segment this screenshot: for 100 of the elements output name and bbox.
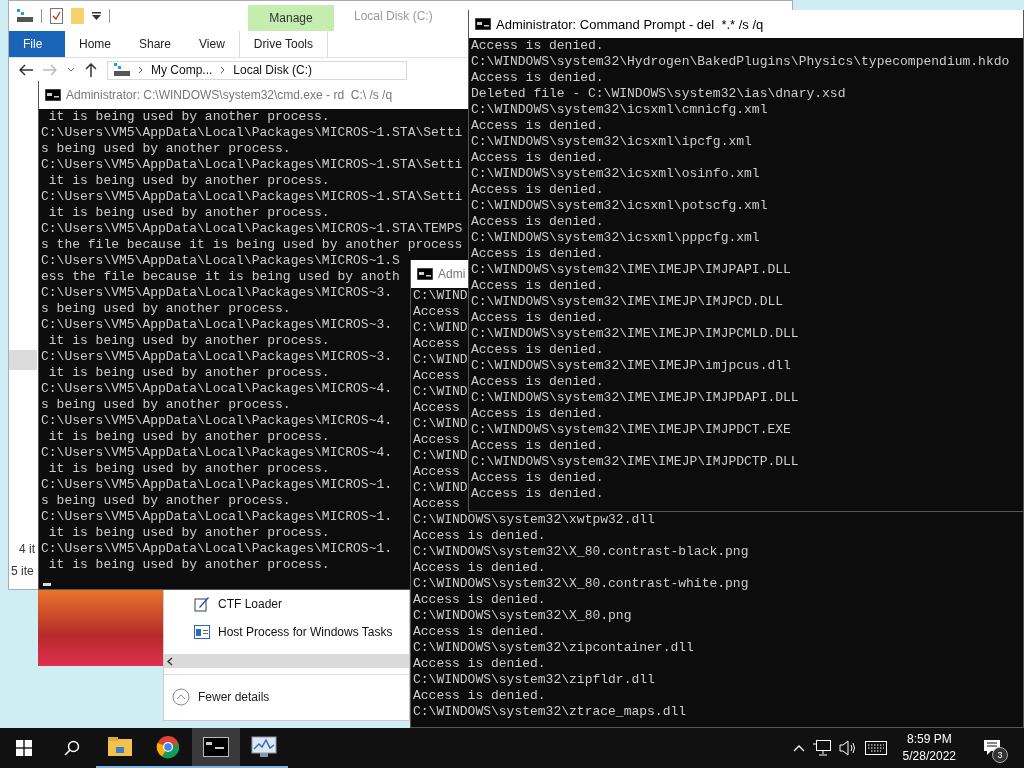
console-line: it is being used by another process. xyxy=(47,173,330,189)
console-line: C:\WINDOWS\system32\xwtpw32.dll xyxy=(413,512,655,528)
chevron-right-icon xyxy=(138,66,143,74)
address-bar[interactable]: My Comp... Local Disk (C:) xyxy=(107,60,407,80)
console-line: C:\WINDOWS\system32\IME\IMEJP\IMJPDCT.EXE xyxy=(471,422,791,438)
breadcrumb[interactable]: My Comp... xyxy=(151,63,213,77)
drive-icon xyxy=(17,9,33,23)
console-line: C:\Users\VM5\AppData\Local\Packages\MICROS~1.STA\TEMPS xyxy=(41,221,463,237)
chevron-up-icon[interactable] xyxy=(792,744,805,752)
text-cursor xyxy=(43,583,51,586)
console-line: C:\Users\VM5\AppData\Local\Packages\MICROS~4. xyxy=(41,445,393,461)
console-line: C:\Users\VM5\AppData\Local\Packages\MICROS~1. xyxy=(41,477,393,493)
fewer-details-link[interactable]: Fewer details xyxy=(198,690,270,704)
browser-icon xyxy=(156,735,180,759)
status-text: 5 ite xyxy=(10,563,34,578)
up-arrow-icon[interactable] xyxy=(85,63,97,77)
console-line: C:\Users\VM5\AppData\Local\Packages\MICROS~1.STA\Setti xyxy=(41,125,463,141)
console-line: s being used by another process. xyxy=(41,141,291,157)
console-line: Access is denied. xyxy=(471,38,604,54)
speaker-icon[interactable] xyxy=(838,740,857,756)
console-line: C:\WINDOWS\system32\IME\IMEJP\IMJPCD.DLL xyxy=(471,294,784,310)
console-line: C:\Users\VM5\AppData\Local\Packages\MICROS~4. xyxy=(41,381,393,397)
pen-icon xyxy=(194,596,210,612)
process-name[interactable]: CTF Loader xyxy=(218,597,283,611)
network-icon[interactable] xyxy=(812,740,831,756)
notification-count: 3 xyxy=(992,747,1008,763)
console-line: C:\WIND xyxy=(413,320,468,336)
console-line: C:\WINDOWS\system32\X_80.contrast-black.png xyxy=(413,544,749,560)
console-line: C:\WIND xyxy=(413,480,468,496)
console-line: C:\WINDOWS\system32\icsxml\potscfg.xml xyxy=(471,198,768,214)
console-line: C:\WINDOWS\system32\icsxml\osinfo.xml xyxy=(471,166,760,182)
console-line: Access xyxy=(413,496,460,512)
window-title: Administrator: C:\WINDOWS\system32\cmd.exe - rd C:\ /s /q xyxy=(66,88,393,102)
console-line: C:\WINDOWS\system32\zipfldr.dll xyxy=(413,672,655,688)
console-line: C:\WIND xyxy=(413,384,468,400)
breadcrumb[interactable]: Local Disk (C:) xyxy=(233,63,313,77)
console-line: C:\Users\VM5\AppData\Local\Packages\MICROS~3. xyxy=(41,349,393,365)
console-line: Access xyxy=(413,368,460,384)
window-icon xyxy=(194,625,210,639)
ribbon-tab[interactable]: File xyxy=(9,31,65,57)
console-line: C:\WINDOWS\system32\Hydrogen\BakedPlugins\Physics\typecompendium.hkdo xyxy=(471,54,1010,70)
chevron-down-icon[interactable] xyxy=(67,67,75,73)
console-line: Access is denied. xyxy=(471,246,604,262)
console-line: Access is denied. xyxy=(471,310,604,326)
ribbon-tab[interactable]: Home xyxy=(65,31,125,57)
console-line: C:\Users\VM5\AppData\Local\Packages\MICROS~1. xyxy=(41,509,393,525)
console-line: Access xyxy=(413,432,460,448)
ribbon-tab[interactable]: View xyxy=(185,31,239,57)
console-line: C:\WIND xyxy=(413,288,468,304)
console-line: Access is denied. xyxy=(471,438,604,454)
console-line: Access is denied. xyxy=(471,150,604,166)
keyboard-icon[interactable] xyxy=(864,741,887,755)
clock[interactable]: 8:59 PM 5/28/2022 xyxy=(894,731,964,765)
ribbon-tab[interactable]: Drive Tools xyxy=(238,31,328,57)
console-line: it is being used by another process. xyxy=(47,205,330,221)
console-line: Access is denied. xyxy=(413,688,546,704)
console-line: s being used by another process. xyxy=(41,397,291,413)
console-line: C:\Users\VM5\AppData\Local\Packages\MICROS~1.STA\Setti xyxy=(41,157,463,173)
back-arrow-icon[interactable] xyxy=(19,64,33,76)
console-line: C:\Users\VM5\AppData\Local\Packages\MICROS~1.STA\Setti xyxy=(41,189,463,205)
window-title: Local Disk (C:) xyxy=(354,9,433,23)
process-name[interactable]: Host Process for Windows Tasks xyxy=(218,625,393,639)
console-line: C:\Users\VM5\AppData\Local\Packages\MICROS~1.S xyxy=(41,253,400,269)
horizontal-scrollbar[interactable] xyxy=(164,654,409,668)
search-icon xyxy=(64,740,80,756)
console-line: Access xyxy=(413,304,460,320)
console-line: C:\WIND xyxy=(413,416,468,432)
console-line: Access is denied. xyxy=(413,560,546,576)
console-line: it is being used by another process. xyxy=(47,365,330,381)
taskbar-app-button[interactable] xyxy=(192,728,240,768)
console-line: it is being used by another process. xyxy=(47,109,330,125)
console-line: Access xyxy=(413,400,460,416)
console-line: Access xyxy=(413,336,460,352)
console-line: Access is denied. xyxy=(471,470,604,486)
console-line: s being used by another process. xyxy=(41,493,291,509)
console-line: Access is denied. xyxy=(413,528,546,544)
console-line: Access is denied. xyxy=(471,214,604,230)
context-tab[interactable]: Manage xyxy=(248,5,334,31)
console-line: s the file because it is being used by another process xyxy=(41,237,463,253)
terminal-icon xyxy=(417,268,433,280)
console-line: C:\WIND xyxy=(413,448,468,464)
notifications-button[interactable]: 3 xyxy=(972,728,1012,768)
terminal-icon xyxy=(475,18,491,30)
console-line: Access is denied. xyxy=(471,486,604,502)
dropdown-icon[interactable] xyxy=(92,12,101,20)
console-line: Access is denied. xyxy=(413,592,546,608)
terminal-icon xyxy=(45,89,61,101)
window-title: Administrator: Command Prompt - del *.* /s /q xyxy=(496,16,764,32)
console-line: it is being used by another process. xyxy=(47,429,330,445)
console-line: C:\WINDOWS\system32\icsxml\cmnicfg.xml xyxy=(471,102,768,118)
terminal-icon xyxy=(203,737,229,757)
console-line: Access is denied. xyxy=(471,374,604,390)
chevron-left-icon[interactable] xyxy=(167,656,173,666)
ribbon-tab[interactable]: Share xyxy=(125,31,186,57)
console-line: C:\WINDOWS\system32\X_80.contrast-white.png xyxy=(413,576,749,592)
chevron-up-circle-icon[interactable] xyxy=(172,688,190,706)
date-text: 5/28/2022 xyxy=(902,748,956,765)
console-line: Access is denied. xyxy=(471,406,604,422)
console-line: Access is denied. xyxy=(413,624,546,640)
console-line: Access is denied. xyxy=(471,70,604,86)
